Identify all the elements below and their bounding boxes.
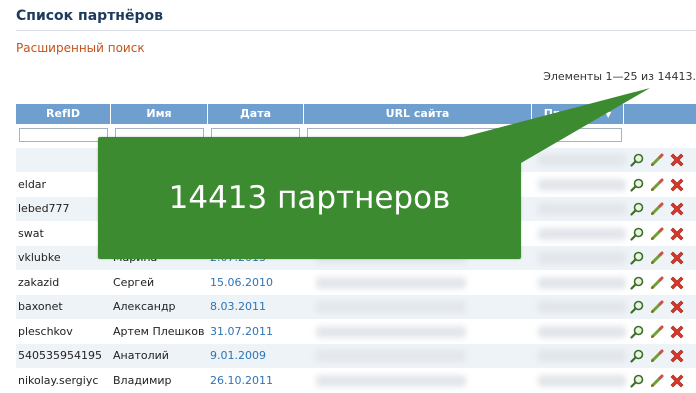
- redacted-url: [316, 301, 466, 313]
- delete-icon[interactable]: [669, 177, 685, 193]
- row-actions: [627, 324, 687, 340]
- cell-refid: 540535954195: [18, 349, 102, 362]
- cell-refid: baxonet: [18, 300, 63, 313]
- redacted-profile: [538, 178, 626, 191]
- redacted-profile: [538, 227, 626, 240]
- row-actions: [627, 250, 687, 266]
- view-icon[interactable]: [629, 348, 645, 364]
- row-actions: [627, 275, 687, 291]
- edit-icon[interactable]: [649, 299, 665, 315]
- column-header-date[interactable]: Дата: [208, 104, 304, 124]
- redacted-profile: [538, 203, 626, 215]
- advanced-search-link[interactable]: Расширенный поиск: [16, 41, 145, 55]
- redacted-profile: [538, 154, 626, 166]
- row-actions: [627, 201, 687, 217]
- edit-icon[interactable]: [649, 201, 665, 217]
- table-row: pleschkov Артем Плешков 31.07.2011: [16, 320, 696, 344]
- row-actions: [627, 373, 687, 389]
- edit-icon[interactable]: [649, 324, 665, 340]
- redacted-url: [316, 276, 466, 289]
- title-divider: [16, 30, 696, 31]
- cell-refid: swat: [18, 226, 44, 240]
- cell-date[interactable]: 15.06.2010: [210, 271, 300, 295]
- cell-refid: zakazid: [18, 275, 60, 289]
- edit-icon[interactable]: [649, 152, 665, 168]
- view-icon[interactable]: [629, 373, 645, 389]
- delete-icon[interactable]: [669, 226, 685, 242]
- redacted-profile: [538, 374, 626, 387]
- view-icon[interactable]: [629, 275, 645, 291]
- edit-icon[interactable]: [649, 275, 665, 291]
- delete-icon[interactable]: [669, 299, 685, 315]
- cell-date[interactable]: 8.03.2011: [210, 295, 300, 319]
- edit-icon[interactable]: [649, 373, 665, 389]
- redacted-url: [316, 325, 466, 338]
- redacted-url: [316, 374, 466, 387]
- edit-icon[interactable]: [649, 348, 665, 364]
- cell-date[interactable]: 26.10.2011: [210, 369, 300, 393]
- delete-icon[interactable]: [669, 373, 685, 389]
- filter-refid-input[interactable]: [19, 128, 108, 142]
- sort-desc-icon: ▼: [605, 110, 612, 119]
- cell-date[interactable]: 9.01.2009: [210, 344, 300, 368]
- table-row: baxonet Александр 8.03.2011: [16, 295, 696, 319]
- column-header-name[interactable]: Имя: [111, 104, 208, 124]
- view-icon[interactable]: [629, 177, 645, 193]
- cell-refid: nikolay.sergiyc: [18, 373, 99, 387]
- table-row: zakazid Сергей 15.06.2010: [16, 271, 696, 295]
- cell-refid: lebed777: [18, 202, 70, 215]
- cell-refid: vklubke: [18, 251, 61, 264]
- view-icon[interactable]: [629, 152, 645, 168]
- overlay-callout-text: 14413 партнеров: [168, 180, 451, 216]
- filter-profile-input[interactable]: [534, 128, 622, 142]
- redacted-profile: [538, 325, 626, 338]
- overlay-callout: 14413 партнеров: [98, 137, 521, 259]
- redacted-url: [316, 350, 466, 362]
- view-icon[interactable]: [629, 299, 645, 315]
- delete-icon[interactable]: [669, 152, 685, 168]
- delete-icon[interactable]: [669, 275, 685, 291]
- edit-icon[interactable]: [649, 177, 665, 193]
- row-actions: [627, 299, 687, 315]
- edit-icon[interactable]: [649, 250, 665, 266]
- view-icon[interactable]: [629, 250, 645, 266]
- column-header-url[interactable]: URL сайта: [304, 104, 532, 124]
- row-actions: [627, 177, 687, 193]
- delete-icon[interactable]: [669, 201, 685, 217]
- redacted-profile: [538, 276, 626, 289]
- view-icon[interactable]: [629, 324, 645, 340]
- view-icon[interactable]: [629, 226, 645, 242]
- delete-icon[interactable]: [669, 324, 685, 340]
- redacted-profile: [538, 350, 626, 362]
- redacted-profile: [538, 301, 626, 313]
- page-title: Список партнёров: [16, 8, 163, 24]
- delete-icon[interactable]: [669, 250, 685, 266]
- view-icon[interactable]: [629, 201, 645, 217]
- row-actions: [627, 152, 687, 168]
- column-header-profile[interactable]: Профиль ▼: [532, 104, 624, 124]
- column-header-actions: [624, 104, 696, 124]
- row-actions: [627, 226, 687, 242]
- redacted-profile: [538, 252, 626, 264]
- table-row: 540535954195 Анатолий 9.01.2009: [16, 344, 696, 368]
- edit-icon[interactable]: [649, 226, 665, 242]
- row-actions: [627, 348, 687, 364]
- pagination-info: Элементы 1—25 из 14413.: [543, 70, 696, 83]
- table-row: nikolay.sergiyc Владимир 26.10.2011: [16, 369, 696, 393]
- cell-date[interactable]: 31.07.2011: [210, 320, 300, 344]
- column-header-refid[interactable]: RefID: [16, 104, 111, 124]
- cell-refid: eldar: [18, 177, 47, 191]
- delete-icon[interactable]: [669, 348, 685, 364]
- cell-refid: pleschkov: [18, 324, 73, 338]
- cell-refid: [18, 148, 110, 172]
